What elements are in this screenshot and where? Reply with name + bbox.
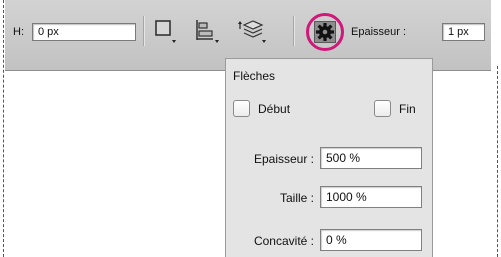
arrange-button[interactable] [235, 18, 266, 46]
toolbar-separator [143, 16, 145, 46]
thickness-percent-input[interactable]: 500 % [320, 147, 422, 169]
highlight-circle [306, 13, 344, 51]
concavity-label: Concavité : [253, 234, 314, 248]
arrange-layers-icon [238, 20, 266, 43]
thickness-label: Epaisseur : [351, 26, 407, 38]
thickness-percent-label: Epaisseur : [253, 152, 314, 166]
end-checkbox[interactable] [374, 100, 391, 117]
start-checkbox[interactable] [233, 100, 250, 117]
concavity-input[interactable]: 0 % [320, 229, 422, 251]
selection-border-right [497, 66, 498, 257]
size-input[interactable]: 1000 % [320, 186, 422, 208]
selection-border-left [3, 0, 4, 257]
align-icon [196, 20, 219, 43]
panel-title: Flèches [233, 69, 276, 83]
arrows-panel: Flèches Début Fin Epaisseur : 500 % Tail… [225, 58, 433, 257]
height-input[interactable]: 0 px [32, 23, 136, 41]
stroke-square-icon [155, 20, 176, 43]
size-label: Taille : [279, 191, 314, 205]
start-label: Début [258, 102, 291, 116]
align-button[interactable] [193, 18, 223, 46]
end-label: Fin [399, 102, 416, 116]
toolbar-separator [293, 16, 295, 46]
thickness-input[interactable]: 1 px [442, 23, 485, 41]
height-label: H: [13, 26, 24, 38]
stroke-button[interactable] [153, 18, 183, 46]
